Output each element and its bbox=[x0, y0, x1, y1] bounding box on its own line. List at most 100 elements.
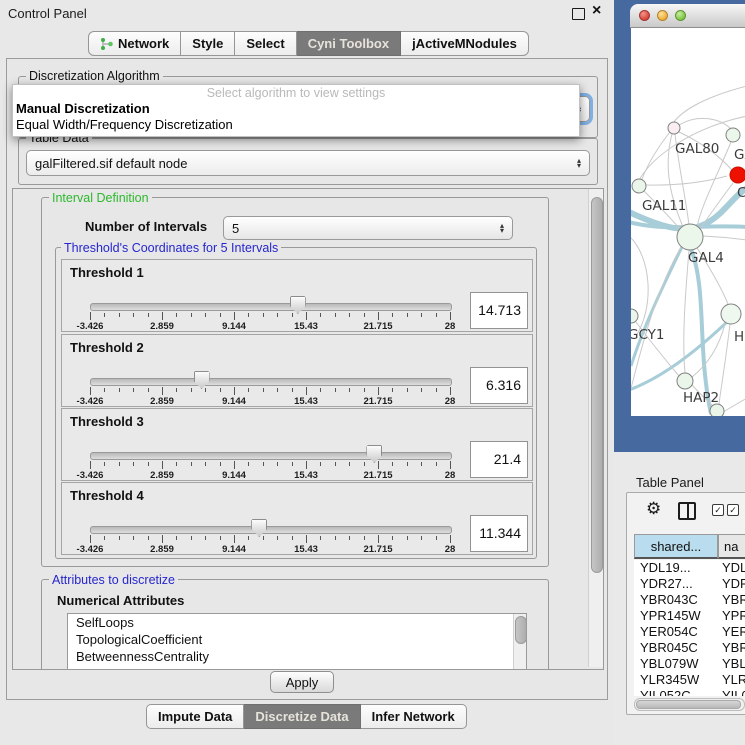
slider-handle[interactable] bbox=[194, 371, 210, 389]
slider-track[interactable] bbox=[90, 303, 452, 311]
slider-tick bbox=[191, 462, 192, 466]
mode-tab-impute-data[interactable]: Impute Data bbox=[146, 704, 244, 729]
slider-track[interactable] bbox=[90, 378, 452, 386]
slider-tick bbox=[263, 313, 264, 317]
slider-handle[interactable] bbox=[366, 445, 382, 463]
table-cell[interactable]: YDL19... bbox=[634, 560, 718, 576]
slider-handle[interactable] bbox=[290, 296, 306, 314]
table-cell[interactable]: YIL0 bbox=[718, 688, 745, 696]
slider-tick bbox=[176, 536, 177, 540]
table-cell[interactable]: YPR145W bbox=[634, 608, 718, 624]
table-row[interactable]: YBR043CYBR0 bbox=[634, 592, 745, 608]
close-icon[interactable]: × bbox=[592, 2, 601, 20]
settings-scrollbar-thumb[interactable] bbox=[591, 197, 603, 573]
table-column-header[interactable]: na bbox=[718, 534, 745, 559]
table-scrollbar-thumb[interactable] bbox=[636, 700, 741, 709]
network-node-H-partial[interactable] bbox=[721, 304, 741, 324]
network-view-canvas[interactable]: GAL80GACGAL11GAL4GCY1HHAP2 bbox=[631, 28, 745, 416]
numerical-attributes-list[interactable]: SelfLoopsTopologicalCoefficientBetweenne… bbox=[67, 613, 527, 670]
threshold-value-field[interactable]: 14.713 bbox=[470, 292, 528, 329]
table-cell[interactable]: YLR3 bbox=[718, 672, 745, 688]
list-scrollbar-thumb[interactable] bbox=[515, 616, 527, 644]
network-node-HAP2[interactable] bbox=[677, 373, 693, 389]
network-edge[interactable] bbox=[673, 86, 745, 123]
mode-tab-discretize-data[interactable]: Discretize Data bbox=[244, 704, 360, 729]
network-node-GAL4[interactable] bbox=[677, 224, 703, 250]
network-edge[interactable] bbox=[631, 247, 681, 396]
table-row[interactable]: YIL052CYIL0 bbox=[634, 688, 745, 696]
network-window-titlebar[interactable] bbox=[630, 4, 745, 28]
table-cell[interactable]: YBL0 bbox=[718, 656, 745, 672]
table-cell[interactable]: YER054C bbox=[634, 624, 718, 640]
table-horizontal-scrollbar[interactable] bbox=[634, 698, 745, 711]
apply-button[interactable]: Apply bbox=[270, 671, 334, 693]
table-cell[interactable]: YBR045C bbox=[634, 640, 718, 656]
tab-network[interactable]: Network bbox=[88, 31, 181, 56]
network-node-GA-partial[interactable] bbox=[726, 128, 740, 142]
network-edge[interactable] bbox=[723, 398, 745, 412]
slider-track[interactable] bbox=[90, 452, 452, 460]
table-cell[interactable]: YDL1 bbox=[718, 560, 745, 576]
table-row[interactable]: YDR27...YDR2 bbox=[634, 576, 745, 592]
network-node-GAL80[interactable] bbox=[668, 122, 680, 134]
network-edge[interactable] bbox=[679, 118, 731, 129]
num-intervals-spinner[interactable]: 5 ▴▾ bbox=[223, 216, 513, 240]
table-cell[interactable]: YLR345W bbox=[634, 672, 718, 688]
network-edge[interactable] bbox=[646, 176, 727, 185]
threshold-value-field[interactable]: 6.316 bbox=[470, 367, 528, 404]
slider-handle[interactable] bbox=[251, 519, 267, 537]
threshold-label: Threshold 4 bbox=[70, 488, 144, 503]
attribute-list-item[interactable]: BetweennessCentrality bbox=[68, 648, 526, 665]
slider-tick bbox=[234, 535, 235, 543]
checkbox-checked-icon[interactable]: ✓ bbox=[727, 504, 739, 516]
slider-tick bbox=[392, 313, 393, 317]
minimize-traffic-light-icon[interactable] bbox=[657, 10, 668, 21]
dropdown-item[interactable]: Equal Width/Frequency Discretization bbox=[13, 117, 579, 133]
table-row[interactable]: YLR345WYLR3 bbox=[634, 672, 745, 688]
table-column-header[interactable]: shared... bbox=[634, 534, 718, 559]
checkbox-checked-icon[interactable]: ✓ bbox=[712, 504, 724, 516]
table-row[interactable]: YPR145WYPR1 bbox=[634, 608, 745, 624]
tab-style[interactable]: Style bbox=[181, 31, 235, 56]
table-cell[interactable]: YIL052C bbox=[634, 688, 718, 696]
gear-icon[interactable]: ⚙ bbox=[646, 499, 661, 519]
slider-tick bbox=[335, 462, 336, 466]
table-cell[interactable]: YER0 bbox=[718, 624, 745, 640]
attribute-list-item[interactable]: SelfLoops bbox=[68, 614, 526, 631]
table-cell[interactable]: YBR0 bbox=[718, 592, 745, 608]
slider-track[interactable] bbox=[90, 526, 452, 534]
close-traffic-light-icon[interactable] bbox=[639, 10, 650, 21]
tab-jactivemnodules[interactable]: jActiveMNodules bbox=[401, 31, 529, 56]
table-cell[interactable]: YBR0 bbox=[718, 640, 745, 656]
tab-select[interactable]: Select bbox=[235, 31, 296, 56]
table-cell[interactable]: YBL079W bbox=[634, 656, 718, 672]
split-column-icon[interactable] bbox=[678, 502, 696, 520]
dropdown-item[interactable]: Manual Discretization bbox=[13, 101, 579, 117]
table-cell[interactable]: YDR2 bbox=[718, 576, 745, 592]
table-row[interactable]: YBR045CYBR0 bbox=[634, 640, 745, 656]
table-cell[interactable]: YPR1 bbox=[718, 608, 745, 624]
network-node-selected-red[interactable] bbox=[730, 167, 745, 183]
network-node-GCY1[interactable] bbox=[631, 309, 638, 323]
table-row[interactable]: YDL19...YDL1 bbox=[634, 560, 745, 576]
slider-tick bbox=[292, 462, 293, 466]
table-row[interactable]: YER054CYER0 bbox=[634, 624, 745, 640]
mode-tab-infer-network[interactable]: Infer Network bbox=[361, 704, 467, 729]
threshold-value-field[interactable]: 11.344 bbox=[470, 515, 528, 552]
threshold-value-field[interactable]: 21.4 bbox=[470, 441, 528, 478]
float-window-icon[interactable] bbox=[572, 8, 585, 20]
table-data-select[interactable]: galFiltered.sif default node ▴▾ bbox=[26, 150, 590, 176]
list-scrollbar[interactable] bbox=[513, 614, 526, 670]
network-node-GAL11[interactable] bbox=[632, 179, 646, 193]
settings-scrollbar[interactable] bbox=[588, 189, 603, 667]
tab-cyni-toolbox[interactable]: Cyni Toolbox bbox=[297, 31, 401, 56]
application-screen: Control Panel × NetworkStyleSelectCyni T… bbox=[0, 0, 745, 745]
network-edge[interactable] bbox=[703, 236, 745, 240]
attribute-list-item[interactable]: TopologicalCoefficient bbox=[68, 631, 526, 648]
table-cell[interactable]: YBR043C bbox=[634, 592, 718, 608]
network-edge[interactable] bbox=[642, 132, 670, 179]
network-edge[interactable] bbox=[692, 324, 725, 377]
table-row[interactable]: YBL079WYBL0 bbox=[634, 656, 745, 672]
zoom-traffic-light-icon[interactable] bbox=[675, 10, 686, 21]
table-cell[interactable]: YDR27... bbox=[634, 576, 718, 592]
